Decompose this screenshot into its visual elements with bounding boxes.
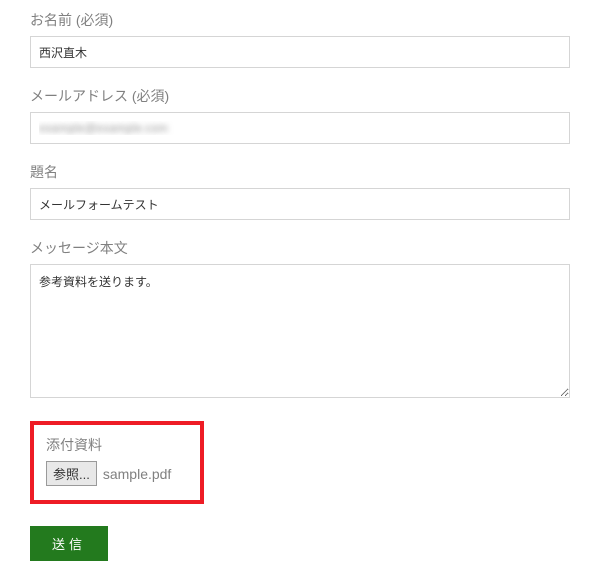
browse-button[interactable]: 参照... <box>46 461 97 486</box>
name-field-group: お名前 (必須) <box>30 10 570 68</box>
submit-button[interactable]: 送信 <box>30 526 108 561</box>
name-label: お名前 (必須) <box>30 10 570 30</box>
message-textarea[interactable]: 参考資料を送ります。 <box>30 264 570 398</box>
selected-file-name: sample.pdf <box>103 466 171 482</box>
file-input-row: 参照... sample.pdf <box>46 461 188 486</box>
attachment-group: 添付資料 参照... sample.pdf <box>30 421 204 504</box>
attachment-label: 添付資料 <box>46 435 188 455</box>
message-field-group: メッセージ本文 参考資料を送ります。 <box>30 238 570 403</box>
subject-field-group: 題名 <box>30 162 570 220</box>
name-input[interactable] <box>30 36 570 68</box>
message-label: メッセージ本文 <box>30 238 570 258</box>
subject-label: 題名 <box>30 162 570 182</box>
email-input[interactable] <box>30 112 570 144</box>
email-label: メールアドレス (必須) <box>30 86 570 106</box>
email-field-group: メールアドレス (必須) <box>30 86 570 144</box>
subject-input[interactable] <box>30 188 570 220</box>
